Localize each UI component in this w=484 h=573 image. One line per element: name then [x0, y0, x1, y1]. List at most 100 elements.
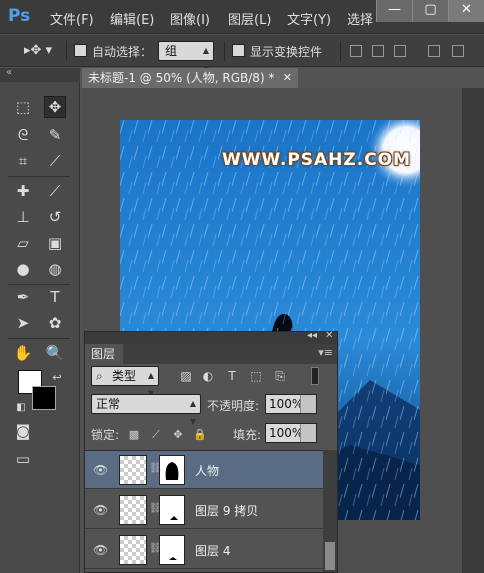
opacity-field[interactable]: 100%: [265, 394, 317, 414]
default-colors-icon[interactable]: ◧: [10, 396, 32, 418]
auto-select-label: 自动选择：: [92, 45, 153, 59]
maximize-button[interactable]: ▢: [412, 0, 448, 22]
fill-slider-button[interactable]: [300, 424, 316, 442]
path-select-icon[interactable]: ➤: [12, 312, 34, 334]
quick-select-icon[interactable]: ✎: [44, 124, 66, 146]
align-vcenter-icon[interactable]: [372, 45, 384, 57]
divider: [8, 176, 70, 177]
tab-layers[interactable]: 图层: [85, 344, 123, 364]
background-color-swatch[interactable]: [32, 386, 56, 410]
document-scrollbar[interactable]: [462, 88, 484, 573]
shape-icon[interactable]: ✿: [44, 312, 66, 334]
layer-mask-thumbnail[interactable]: [159, 495, 185, 525]
layer-mask-thumbnail[interactable]: [159, 455, 185, 485]
layer-thumbnail: [119, 495, 147, 525]
filter-kind-dropdown[interactable]: ⌕ 类型 ▲▼: [91, 366, 159, 398]
gradient-icon[interactable]: ▣: [44, 232, 66, 254]
dodge-icon[interactable]: ◍: [44, 258, 66, 280]
layer-thumbnail: [119, 535, 147, 565]
stamp-icon[interactable]: ⊥: [12, 206, 34, 228]
healing-icon[interactable]: ✚: [12, 180, 34, 202]
lock-transparent-icon[interactable]: ▩: [127, 428, 141, 442]
auto-select-checkbox[interactable]: [74, 44, 87, 57]
lock-position-icon[interactable]: ✥: [171, 428, 185, 442]
layer-row-layer4[interactable]: 👁 ⛓ 图层 4: [85, 531, 323, 569]
chain-link-icon[interactable]: ⛓: [149, 543, 162, 557]
mask-shape-icon: [169, 557, 177, 560]
fill-value: 100%: [269, 426, 304, 440]
screen-mode-icon[interactable]: ▭: [12, 448, 34, 470]
marquee-icon[interactable]: ⬚: [12, 96, 34, 118]
filter-shape-icon[interactable]: ⬚: [249, 369, 263, 383]
zoom-icon[interactable]: 🔍: [44, 342, 66, 364]
layers-panel: ◂◂ ✕ 图层 ▾≡ ⌕ 类型 ▲▼ ▨ ◐ T ⬚ ⎘ 正常 ▲▼ 不透明度:…: [84, 330, 338, 573]
blend-mode-dropdown[interactable]: 正常 ▲ ▼: [91, 394, 201, 426]
show-transform-label: 显示变换控件: [250, 45, 323, 59]
align-top-icon[interactable]: [350, 45, 362, 57]
collapse-panel-icon[interactable]: ◂◂: [307, 330, 317, 341]
close-panel-icon[interactable]: ✕: [325, 330, 333, 341]
visibility-eye-icon[interactable]: 👁: [93, 463, 108, 477]
menu-type[interactable]: 文字(Y): [287, 9, 331, 28]
chain-link-icon[interactable]: ⛓: [149, 503, 162, 517]
watermark-text: WWW.PSAHZ.COM: [222, 150, 412, 170]
opacity-slider-button[interactable]: [300, 395, 316, 413]
fill-label: 填充:: [233, 428, 262, 442]
divider: [224, 41, 225, 61]
quick-mask-icon[interactable]: ◙: [12, 420, 34, 442]
layers-panel-titlebar: ◂◂ ✕: [85, 330, 337, 344]
scrollbar-thumb[interactable]: [325, 542, 335, 570]
options-bar: ▸✥ ▾ 自动选择： 组 ▲▼ 显示变换控件: [0, 35, 484, 73]
swap-colors-icon[interactable]: ↩: [46, 366, 68, 388]
layer-mask-thumbnail[interactable]: [159, 535, 185, 565]
photoshop-logo: Ps: [8, 6, 31, 26]
hand-icon[interactable]: ✋: [12, 342, 34, 364]
document-tab[interactable]: 未标题-1 @ 50% (人物, RGB/8) * ✕: [82, 68, 298, 88]
panel-menu-icon[interactable]: ▾≡: [318, 346, 333, 359]
menu-image[interactable]: 图像(I): [170, 9, 210, 28]
type-icon[interactable]: T: [44, 286, 66, 308]
lock-image-icon[interactable]: ⟋: [149, 428, 163, 442]
crop-icon[interactable]: ⌗: [12, 150, 34, 172]
visibility-eye-icon[interactable]: 👁: [93, 503, 108, 517]
menu-layer[interactable]: 图层(L): [228, 9, 271, 28]
menu-edit[interactable]: 编辑(E): [110, 9, 154, 28]
move-tool-preset-icon[interactable]: ▸✥ ▾: [24, 43, 52, 58]
fill-field[interactable]: 100%: [265, 423, 317, 443]
menu-select[interactable]: 选择: [347, 9, 373, 28]
show-transform-checkbox[interactable]: [232, 44, 245, 57]
lock-all-icon[interactable]: 🔒: [193, 428, 207, 442]
move-icon[interactable]: ✥: [44, 96, 66, 118]
layer-row-person[interactable]: 👁 ⛓ 人物: [85, 451, 323, 489]
filter-toggle-switch[interactable]: [311, 367, 319, 385]
layers-panel-tabs: 图层 ▾≡: [85, 344, 337, 364]
chain-link-icon[interactable]: ⛓: [149, 463, 162, 477]
brush-icon[interactable]: ⟋: [44, 180, 66, 202]
filter-type-icon[interactable]: T: [225, 369, 239, 383]
blur-icon[interactable]: ●: [12, 258, 34, 280]
eyedropper-icon[interactable]: ⟋: [44, 150, 66, 172]
layer-row-layer9-copy[interactable]: 👁 ⛓ 图层 9 拷贝: [85, 491, 323, 529]
window-controls: — ▢ ✕: [376, 0, 484, 22]
filter-pixel-icon[interactable]: ▨: [179, 369, 193, 383]
collapse-icon[interactable]: «: [6, 67, 12, 78]
align-bottom-icon[interactable]: [394, 45, 406, 57]
align-left-icon[interactable]: [428, 45, 440, 57]
history-brush-icon[interactable]: ↺: [44, 206, 66, 228]
layers-list: 👁 ⛓ 人物 👁 ⛓ 图层 9 拷贝 👁 ⛓ 图层 4: [85, 450, 323, 572]
auto-select-dropdown[interactable]: 组 ▲▼: [158, 41, 214, 73]
close-tab-icon[interactable]: ✕: [283, 68, 292, 88]
layers-scrollbar[interactable]: [323, 450, 337, 572]
close-button[interactable]: ✕: [448, 0, 484, 22]
filter-adjustment-icon[interactable]: ◐: [201, 369, 215, 383]
divider: [340, 41, 341, 61]
menu-file[interactable]: 文件(F): [50, 9, 94, 28]
pen-icon[interactable]: ✒: [12, 286, 34, 308]
eraser-icon[interactable]: ▱: [12, 232, 34, 254]
visibility-eye-icon[interactable]: 👁: [93, 543, 108, 557]
align-hcenter-icon[interactable]: [452, 45, 464, 57]
minimize-button[interactable]: —: [376, 0, 412, 22]
lasso-icon[interactable]: ᘓ: [12, 124, 34, 146]
filter-smart-object-icon[interactable]: ⎘: [273, 369, 287, 383]
layer-name: 人物: [195, 464, 220, 478]
